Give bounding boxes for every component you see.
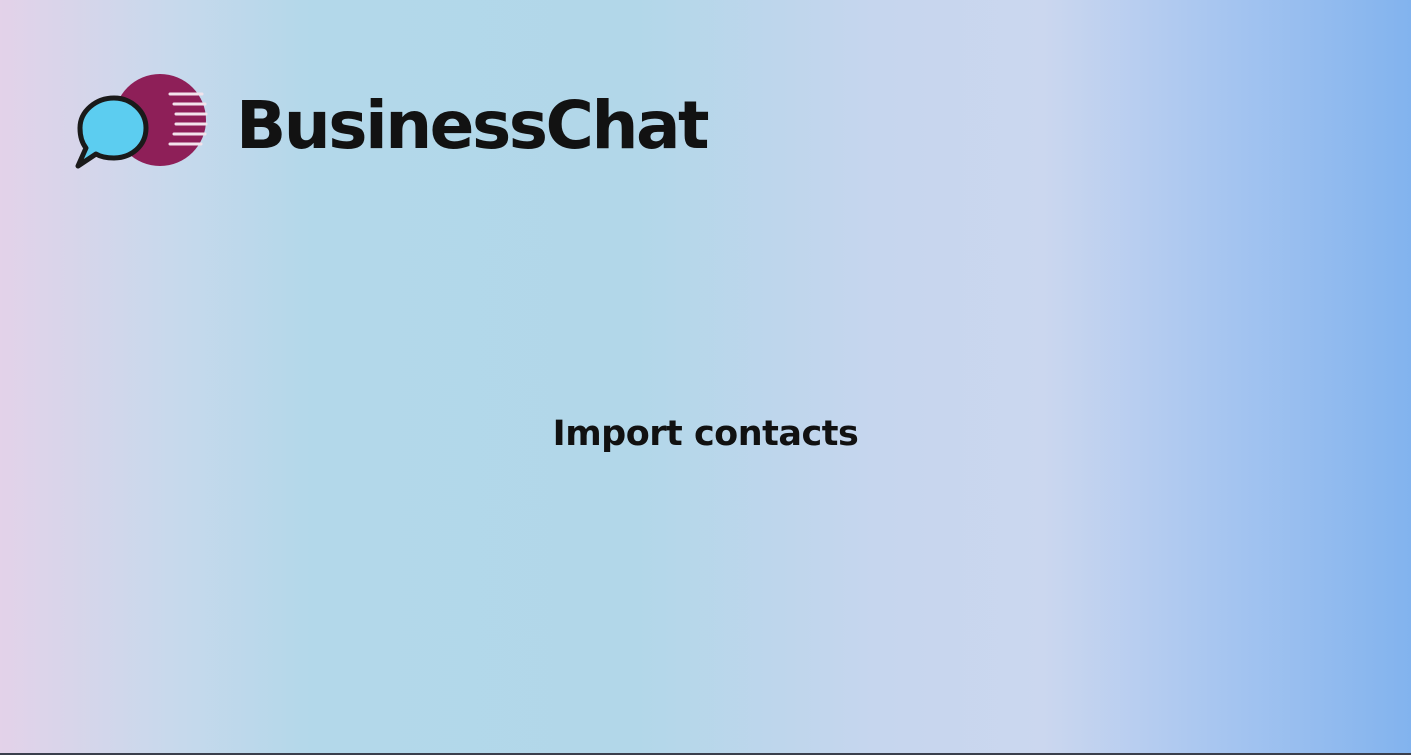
brand-header: BusinessChat (74, 72, 710, 172)
chat-bubbles-icon (75, 74, 208, 169)
brand-name: BusinessChat (236, 87, 710, 164)
page-title: Import contacts (552, 414, 859, 454)
